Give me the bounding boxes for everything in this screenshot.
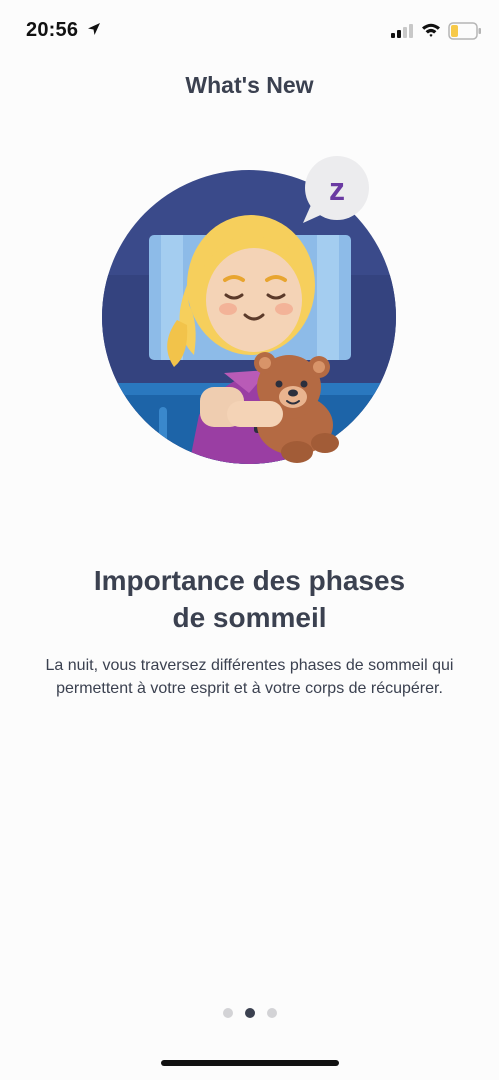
page-indicator[interactable] [0, 1008, 499, 1018]
status-time: 20:56 [26, 19, 79, 41]
page-title: What's New [185, 72, 314, 98]
page-dot-active[interactable] [244, 1008, 255, 1018]
page-dot[interactable] [222, 1008, 233, 1018]
feature-headline-line-2: de sommeil [172, 602, 327, 633]
cellular-signal-icon [391, 24, 413, 38]
sleep-illustration: z [102, 156, 396, 464]
feature-headline-line-1: Importance des phases [93, 565, 406, 596]
location-arrow-icon [88, 23, 100, 35]
page-dot[interactable] [266, 1008, 277, 1018]
feature-headline: Importance des phases de sommeil [40, 562, 459, 636]
wifi-icon [422, 23, 440, 37]
battery-low-icon [448, 22, 481, 40]
home-indicator[interactable] [161, 1060, 339, 1066]
status-bar: 20:56 [0, 0, 499, 62]
feature-description: La nuit, vous traversez différentes phas… [45, 657, 454, 697]
sleep-z-badge: z [329, 171, 345, 207]
